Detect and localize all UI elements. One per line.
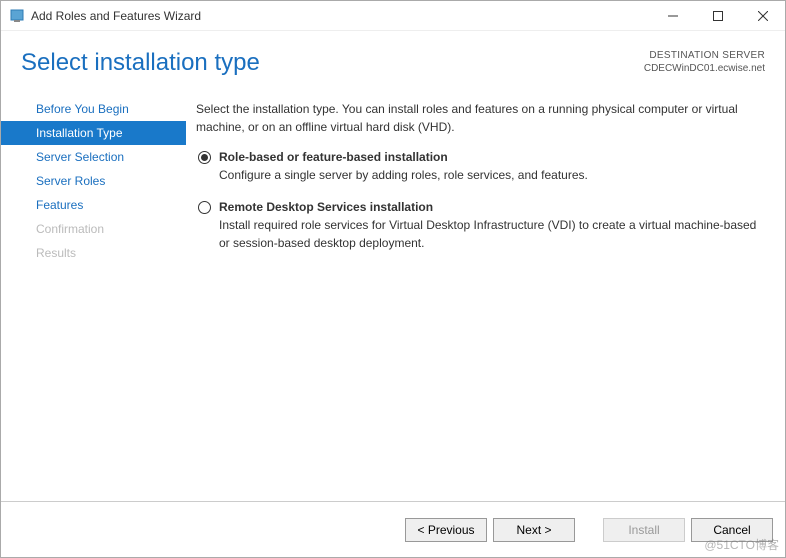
main-panel: Select the installation type. You can in… [186, 92, 785, 501]
titlebar: Add Roles and Features Wizard [1, 1, 785, 31]
cancel-button[interactable]: Cancel [691, 518, 773, 542]
destination-server: CDECWinDC01.ecwise.net [644, 62, 765, 75]
wizard-footer: < Previous Next > Install Cancel @51CTO博… [1, 501, 785, 557]
radio-role-based[interactable]: Role-based or feature-based installation… [198, 150, 761, 184]
wizard-sidebar: Before You Begin Installation Type Serve… [1, 92, 186, 501]
sidebar-item-installation-type[interactable]: Installation Type [1, 121, 186, 145]
destination-info: DESTINATION SERVER CDECWinDC01.ecwise.ne… [644, 49, 765, 75]
content-area: Before You Begin Installation Type Serve… [1, 87, 785, 501]
install-button: Install [603, 518, 685, 542]
window-controls [650, 1, 785, 31]
destination-label: DESTINATION SERVER [644, 49, 765, 62]
maximize-button[interactable] [695, 1, 740, 31]
radio-remote-desktop[interactable]: Remote Desktop Services installation Ins… [198, 200, 761, 252]
app-icon [9, 8, 25, 24]
sidebar-item-server-selection[interactable]: Server Selection [1, 145, 186, 169]
sidebar-item-confirmation: Confirmation [1, 217, 186, 241]
sidebar-item-server-roles[interactable]: Server Roles [1, 169, 186, 193]
next-button[interactable]: Next > [493, 518, 575, 542]
option-desc: Install required role services for Virtu… [219, 216, 761, 252]
sidebar-item-results: Results [1, 241, 186, 265]
close-button[interactable] [740, 1, 785, 31]
option-title: Remote Desktop Services installation [219, 200, 761, 214]
header: Select installation type DESTINATION SER… [1, 31, 785, 87]
radio-icon [198, 151, 211, 164]
intro-text: Select the installation type. You can in… [196, 100, 761, 136]
sidebar-item-before-you-begin[interactable]: Before You Begin [1, 97, 186, 121]
radio-icon [198, 201, 211, 214]
option-title: Role-based or feature-based installation [219, 150, 588, 164]
page-title: Select installation type [21, 49, 260, 77]
previous-button[interactable]: < Previous [405, 518, 487, 542]
minimize-button[interactable] [650, 1, 695, 31]
sidebar-item-features[interactable]: Features [1, 193, 186, 217]
window-title: Add Roles and Features Wizard [31, 9, 650, 23]
installation-type-radio-group: Role-based or feature-based installation… [196, 150, 761, 252]
option-desc: Configure a single server by adding role… [219, 166, 588, 184]
